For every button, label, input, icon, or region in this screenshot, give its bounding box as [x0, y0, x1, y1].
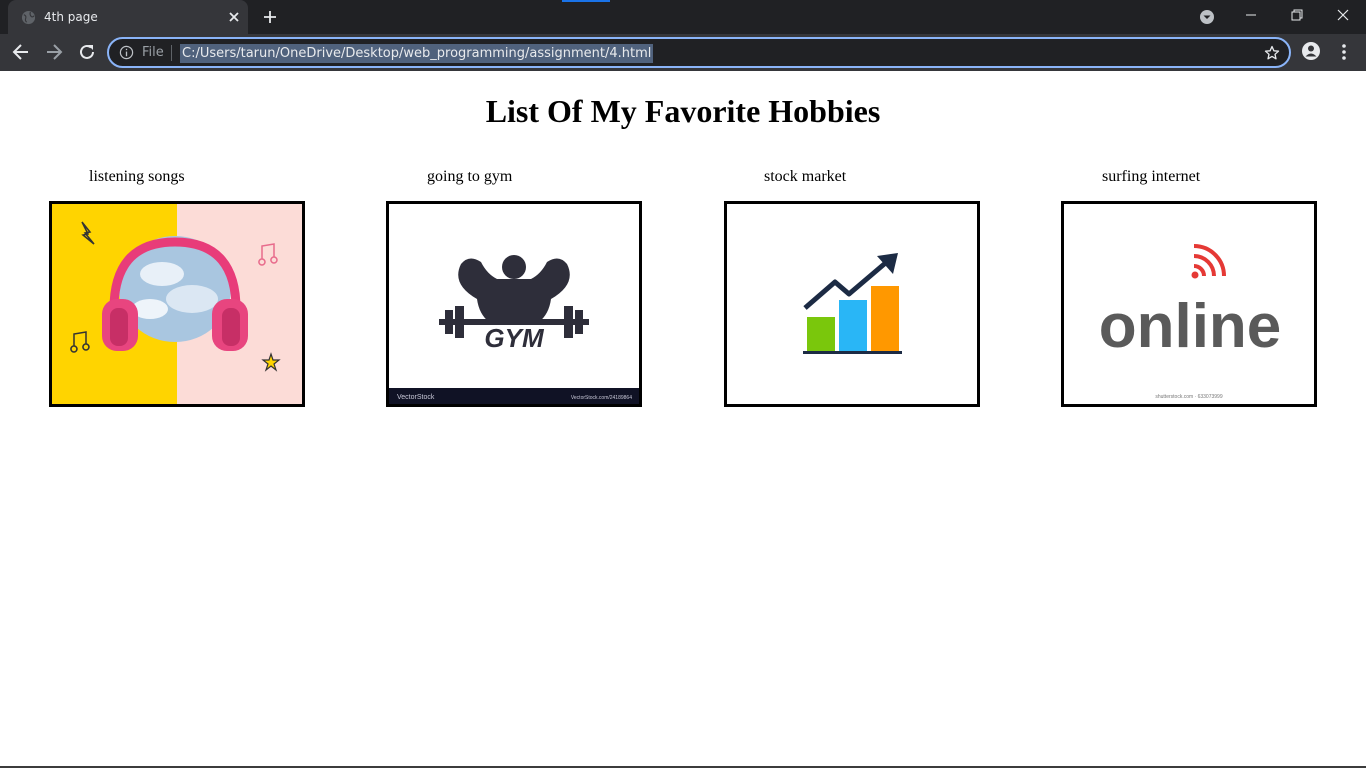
online-logo-text: online: [1099, 292, 1282, 361]
hobby-label-going-to-gym: going to gym: [427, 168, 513, 185]
tab-search-icon[interactable]: [1199, 9, 1215, 25]
browser-toolbar: File C:/Users/tarun/OneDrive/Desktop/web…: [0, 34, 1366, 71]
hobby-image-headphones: [49, 201, 305, 407]
vectorstock-id: VectorStock.com/24189864: [571, 395, 632, 401]
tab-strip: 4th page: [0, 0, 1366, 34]
hobby-label-stock-market: stock market: [764, 168, 847, 185]
new-tab-icon[interactable]: [262, 9, 278, 25]
close-window-button[interactable]: [1320, 0, 1366, 30]
shutterstock-watermark: shutterstock.com · 633073999: [1155, 394, 1222, 400]
gym-logo-text: GYM: [484, 323, 545, 353]
online-logo-image: online shutterstock.com · 633073999: [1064, 204, 1314, 404]
url-text[interactable]: C:/Users/tarun/OneDrive/Desktop/web_prog…: [180, 44, 654, 63]
tab-title: 4th page: [44, 10, 98, 24]
hobby-label-surfing-internet: surfing internet: [1102, 168, 1201, 185]
reload-icon[interactable]: [77, 42, 97, 62]
hobby-image-online: online shutterstock.com · 633073999: [1061, 201, 1317, 407]
back-arrow-icon[interactable]: [11, 42, 31, 62]
close-icon: [1337, 9, 1349, 21]
restore-button[interactable]: [1274, 0, 1320, 30]
browser-tab[interactable]: 4th page: [8, 0, 248, 34]
globe-icon: [21, 10, 36, 25]
kebab-menu-icon[interactable]: [1337, 42, 1351, 62]
stock-chart-image: [727, 204, 977, 404]
forward-arrow-icon[interactable]: [44, 42, 64, 62]
gym-logo-image: GYM VectorStock VectorStock.com/24189864: [389, 204, 639, 404]
hobby-image-gym: GYM VectorStock VectorStock.com/24189864: [386, 201, 642, 407]
bookmark-star-icon[interactable]: [1264, 45, 1280, 61]
restore-icon: [1291, 9, 1303, 21]
page-heading: List Of My Favorite Hobbies: [485, 93, 881, 129]
address-separator: [171, 45, 172, 61]
url-scheme-label: File: [142, 45, 164, 60]
minimize-icon: [1246, 14, 1256, 16]
vectorstock-watermark: VectorStock: [397, 394, 435, 401]
hobby-label-listening-songs: listening songs: [89, 168, 185, 185]
address-bar[interactable]: File C:/Users/tarun/OneDrive/Desktop/web…: [107, 37, 1291, 68]
info-icon[interactable]: [119, 45, 134, 60]
close-tab-icon[interactable]: [226, 9, 242, 25]
hobby-image-stock-market: [724, 201, 980, 407]
headphones-image: [52, 204, 302, 404]
window-focus-marker: [562, 0, 610, 2]
page-content: List Of My Favorite Hobbies listening so…: [0, 71, 1366, 766]
minimize-button[interactable]: [1228, 0, 1274, 30]
profile-avatar-icon[interactable]: [1301, 41, 1321, 61]
